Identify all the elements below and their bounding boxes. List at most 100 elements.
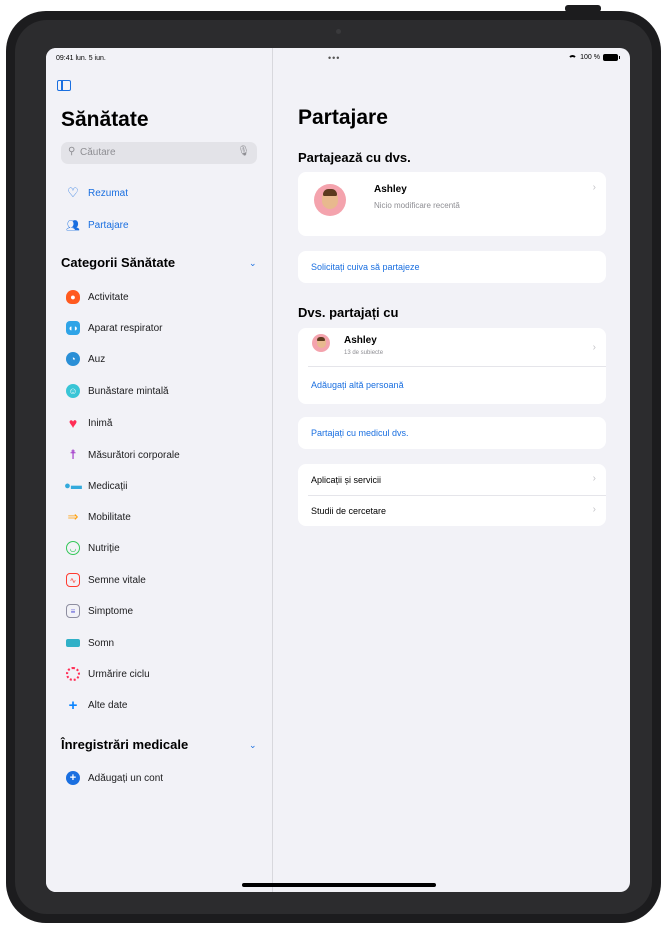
research-label: Studii de cercetare [311, 506, 387, 516]
heart-outline-icon: ♡ [67, 185, 79, 200]
person-name: Ashley [344, 335, 377, 346]
sidebar-item-label: Inimă [88, 417, 113, 429]
status-bar: 09:41 lun. 5 iun. ••• 100 % [46, 48, 630, 68]
sidebar-item-label: Aparat respirator [88, 322, 163, 334]
sidebar-item-urmarire-ciclu[interactable]: Urmărire ciclu [66, 665, 150, 683]
sidebar-item-aparat-respirator[interactable]: ◖◗ Aparat respirator [66, 319, 162, 337]
sidebar-item-somn[interactable]: Somn [66, 634, 114, 652]
waveform-icon: ∿ [66, 573, 80, 587]
sidebar-item-label: Simptome [88, 605, 134, 617]
battery-icon [603, 54, 620, 61]
memoji-icon [316, 337, 326, 348]
chevron-right-icon: › [592, 342, 596, 353]
plus-icon: + [68, 696, 78, 714]
add-account-button[interactable]: + Adăugați un cont [66, 769, 163, 787]
battery-percent: 100 % [580, 54, 600, 61]
sidebar-item-bunastare-mintala[interactable]: ☺︎ Bunăstare mintală [66, 382, 169, 400]
home-indicator[interactable] [242, 883, 436, 887]
microphone-icon[interactable]: 🎙︎ [237, 146, 250, 157]
arrows-icon: ⇒ [67, 509, 79, 524]
share-person-row[interactable]: Ashley 13 de subiecte › [298, 328, 606, 366]
sidebar-item-masuratori-corporale[interactable]: ☨ Măsurători corporale [66, 446, 180, 464]
sidebar-item-alte-date[interactable]: + Alte date [66, 696, 128, 714]
figure-icon: ☨ [69, 447, 77, 462]
sidebar-title: Sănătate [61, 108, 149, 131]
chevron-down-icon[interactable]: ⌄ [249, 740, 257, 751]
search-field[interactable]: ⚲ Căutare 🎙︎ [61, 142, 257, 164]
sidebar-item-label: Rezumat [88, 187, 129, 199]
apple-icon: ◡ [66, 541, 80, 555]
avatar [314, 184, 346, 216]
main-content: Partajare Partajează cu dvs. Ashley Nici… [273, 48, 630, 892]
wifi-icon [568, 54, 578, 61]
chevron-right-icon: › [592, 473, 596, 484]
multitasking-dots-icon[interactable]: ••• [328, 53, 340, 63]
search-icon: ⚲ [68, 146, 76, 157]
add-person-link[interactable]: Adăugați altă persoană [311, 380, 404, 390]
sidebar-item-label: Alte date [88, 699, 128, 711]
memoji-icon [322, 189, 338, 209]
sidebar-item-partajare[interactable]: 👥︎ Partajare [66, 216, 129, 234]
status-right: 100 % [568, 54, 620, 61]
chevron-down-icon[interactable]: ⌄ [249, 258, 257, 269]
records-header[interactable]: Înregistrări medicale [61, 737, 188, 752]
flame-icon: ● [66, 290, 80, 304]
request-share-label: Solicitați cuiva să partajeze [311, 262, 420, 272]
sidebar-item-simptome[interactable]: ≡ Simptome [66, 602, 133, 620]
person-subtitle: 13 de subiecte [344, 350, 384, 356]
sidebar-item-inima[interactable]: ♥ Inimă [66, 414, 113, 432]
sidebar-item-label: Măsurători corporale [88, 449, 180, 461]
heart-icon: ♥ [68, 415, 78, 431]
sidebar-item-label: Urmărire ciclu [88, 668, 150, 680]
apps-services-label: Aplicații și servicii [311, 475, 382, 485]
share-doctor-label: Partajați cu medicul dvs. [311, 428, 409, 438]
person-name: Ashley [374, 184, 407, 195]
screen: Sănătate ⚲ Căutare 🎙︎ ♡ Rezumat 👥︎ Parta… [46, 48, 630, 892]
lungs-icon: ◖◗ [66, 321, 80, 335]
status-time: 09:41 lun. 5 iun. [56, 55, 106, 62]
mind-icon: ☺︎ [66, 384, 80, 398]
plus-circle-icon: + [66, 771, 80, 785]
sidebar-item-label: Medicații [88, 480, 128, 492]
research-row[interactable]: Studii de cercetare › [298, 495, 606, 526]
sidebar-item-label: Bunăstare mintală [88, 385, 169, 397]
sidebar-item-auz[interactable]: ◔ Auz [66, 350, 105, 368]
avatar [312, 334, 330, 352]
you-share-card: Ashley 13 de subiecte › Adăugați altă pe… [298, 328, 606, 404]
list-icon: ≡ [66, 604, 80, 618]
sidebar-item-rezumat[interactable]: ♡ Rezumat [66, 184, 128, 202]
sidebar-item-nutritie[interactable]: ◡ Nutriție [66, 539, 120, 557]
sidebar-toggle-icon[interactable] [57, 80, 71, 91]
sidebar-item-label: Nutriție [88, 542, 120, 554]
request-share-button[interactable]: Solicitați cuiva să partajeze [298, 251, 606, 283]
divider [308, 366, 606, 367]
search-placeholder: Căutare [80, 147, 116, 158]
bed-icon [66, 639, 80, 647]
dots-circle-icon [66, 667, 80, 681]
ear-icon: ◔ [66, 352, 80, 366]
person-subtitle: Nicio modificare recentă [374, 201, 460, 210]
sidebar-item-label: Activitate [88, 291, 129, 303]
apps-services-row[interactable]: Aplicații și servicii › [298, 464, 606, 495]
shared-person-card[interactable]: Ashley Nicio modificare recentă › [298, 172, 606, 236]
share-doctor-button[interactable]: Partajați cu medicul dvs. [298, 417, 606, 449]
you-share-with-header: Dvs. partajați cu [298, 305, 399, 320]
sidebar-item-label: Somn [88, 637, 115, 649]
sidebar-item-label: Partajare [88, 219, 129, 231]
add-account-label: Adăugați un cont [88, 772, 164, 784]
categories-header[interactable]: Categorii Sănătate [61, 255, 175, 270]
sidebar: Sănătate ⚲ Căutare 🎙︎ ♡ Rezumat 👥︎ Parta… [46, 48, 273, 892]
camera [336, 29, 341, 34]
chevron-right-icon: › [592, 504, 596, 515]
page-title: Partajare [298, 106, 388, 129]
sidebar-item-label: Auz [88, 353, 106, 365]
shared-with-you-header: Partajează cu dvs. [298, 150, 411, 165]
sidebar-item-medicatii[interactable]: ●▬ Medicații [64, 477, 128, 495]
sidebar-item-activitate[interactable]: ● Activitate [66, 288, 129, 306]
sidebar-item-semne-vitale[interactable]: ∿ Semne vitale [66, 571, 146, 589]
people-icon: 👥︎ [66, 219, 80, 232]
sidebar-item-label: Mobilitate [88, 511, 131, 523]
sidebar-item-label: Semne vitale [88, 574, 146, 586]
chevron-right-icon: › [592, 182, 596, 193]
sidebar-item-mobilitate[interactable]: ⇒ Mobilitate [66, 508, 131, 526]
